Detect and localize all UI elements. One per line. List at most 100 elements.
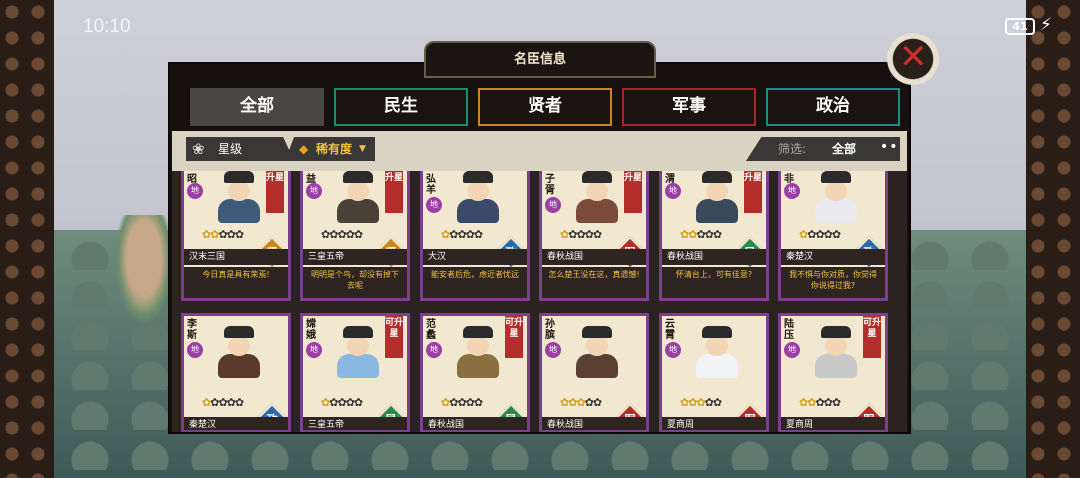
era-label: 春秋战国 [542, 249, 646, 265]
tab-all[interactable]: 全部 [190, 88, 324, 126]
tab-livelihood[interactable]: 民生 [334, 88, 468, 126]
charging-icon: ⚡ [1040, 15, 1052, 35]
minister-card[interactable]: 嫦娥地可升星✿✿✿✿✿民三皇五帝 [300, 313, 410, 432]
screen-filter-label: 筛选: [778, 142, 807, 156]
minister-name: 嫦娥 [306, 319, 316, 341]
star-icon: ✿ [465, 228, 475, 241]
portrait-robe [218, 199, 260, 223]
star-rating: ✿✿✿✿✿ [560, 396, 602, 409]
minister-card[interactable]: 弘羊地✿✿✿✿✿政大汉能安者后危，虑近者忧远 [420, 171, 530, 301]
star-icon: ✿ [337, 228, 346, 241]
portrait-face [467, 336, 489, 356]
star-icon: ✿ [799, 228, 808, 241]
tier-badge: 地 [665, 342, 681, 358]
star-icon: ✿ [712, 228, 722, 241]
minister-card[interactable]: 益地升星✿✿✿✿✿贤三皇五帝明明是个鸟，却没有掉下去呢 [300, 171, 410, 301]
star-icon: ✿ [680, 396, 689, 409]
star-rating: ✿✿✿✿✿ [202, 396, 244, 409]
star-rating: ✿✿✿✿✿ [799, 396, 841, 409]
portrait-hat [343, 326, 373, 338]
portrait-face [825, 181, 847, 201]
screen-filter[interactable]: 筛选: 全部 ••• [746, 137, 900, 161]
portrait-robe [815, 354, 857, 378]
minister-card[interactable]: 云霄地✿✿✿✿✿军夏商周 [659, 313, 769, 432]
battery-icon: 41 [1005, 18, 1035, 35]
minister-name: 陆压 [784, 319, 794, 341]
minister-name: 孙膑 [545, 319, 555, 341]
portrait-face [228, 336, 250, 356]
star-icon: ✿ [465, 396, 475, 409]
star-icon: ✿ [202, 228, 211, 241]
portrait-face [467, 181, 489, 201]
star-icon: ✿ [321, 396, 330, 409]
star-icon: ✿ [576, 396, 585, 409]
tier-badge: 地 [306, 183, 322, 199]
tab-military[interactable]: 军事 [622, 88, 756, 126]
portrait-robe [218, 354, 260, 378]
portrait-hat [463, 171, 493, 183]
close-button[interactable]: ✕ [880, 30, 946, 88]
tab-politics[interactable]: 政治 [766, 88, 900, 126]
minister-card[interactable]: 渭地升星✿✿✿✿✿民春秋战国怀清台上，可有佳意? [659, 171, 769, 301]
portrait-robe [457, 354, 499, 378]
minister-portrait [566, 171, 628, 223]
minister-card[interactable]: 陆压地可升星✿✿✿✿✿军夏商周 [778, 313, 888, 432]
portrait-hat [582, 326, 612, 338]
portrait-face [706, 181, 728, 201]
minister-card[interactable]: 昭地升星✿✿✿✿✿贤汉末三国今日真是具有荣焉! [181, 171, 291, 301]
star-icon: ✿ [704, 396, 714, 409]
star-icon: ✿ [218, 396, 227, 409]
minister-portrait [208, 326, 270, 378]
minister-name: 子胥 [545, 174, 555, 196]
minister-portrait [327, 171, 389, 223]
star-rating: ✿✿✿✿✿ [202, 228, 244, 241]
rarity-sort-dropdown[interactable]: ◆ 稀有度 ▼ [285, 137, 375, 161]
minister-card[interactable]: 范蠡地可升星✿✿✿✿✿民春秋战国 [420, 313, 530, 432]
portrait-hat [343, 171, 373, 183]
star-icon: ✿ [345, 396, 355, 409]
portrait-robe [815, 199, 857, 223]
floating-island-decoration [114, 215, 174, 325]
minister-name: 李斯 [187, 319, 197, 341]
star-level-filter[interactable]: ❀ 星级 [186, 137, 294, 161]
minister-card-grid: 昭地升星✿✿✿✿✿贤汉末三国今日真是具有荣焉!益地升星✿✿✿✿✿贤三皇五帝明明是… [172, 171, 907, 432]
star-icon: ✿ [696, 228, 705, 241]
tab-sage[interactable]: 贤者 [478, 88, 612, 126]
minister-card[interactable]: 子胥地升星✿✿✿✿✿军春秋战国怎么楚王没在这，真遗憾! [539, 171, 649, 301]
star-icon: ✿ [226, 228, 236, 241]
star-icon: ✿ [696, 396, 705, 409]
minister-portrait [686, 171, 748, 223]
star-icon: ✿ [592, 228, 602, 241]
star-icon: ✿ [473, 228, 483, 241]
portrait-face [228, 181, 250, 201]
minister-card[interactable]: 李斯地✿✿✿✿✿政秦楚汉 [181, 313, 291, 432]
tier-badge: 地 [306, 342, 322, 358]
era-label: 秦楚汉 [184, 417, 288, 430]
portrait-face [825, 336, 847, 356]
portrait-face [586, 336, 608, 356]
star-icon: ✿ [202, 396, 211, 409]
portrait-robe [337, 199, 379, 223]
minister-quote: 我不惧与你对质，你觉得你说得过我? [781, 267, 885, 298]
star-icon: ✿ [592, 396, 602, 409]
era-label: 三皇五帝 [303, 417, 407, 430]
star-icon: ✿ [353, 228, 363, 241]
star-icon: ✿ [584, 396, 594, 409]
star-rating: ✿✿✿✿✿ [321, 396, 363, 409]
minister-portrait [447, 326, 509, 378]
star-icon: ✿ [704, 228, 714, 241]
tier-badge: 地 [784, 183, 800, 199]
portrait-hat [821, 326, 851, 338]
star-icon: ✿ [337, 396, 346, 409]
portrait-face [586, 181, 608, 201]
tier-badge: 地 [545, 197, 561, 213]
minister-quote: 明明是个鸟，却没有掉下去呢 [303, 267, 407, 298]
minister-card[interactable]: 非地✿✿✿✿✿政秦楚汉我不惧与你对质，你觉得你说得过我? [778, 171, 888, 301]
star-icon: ✿ [457, 228, 466, 241]
star-icon: ✿ [576, 228, 585, 241]
minister-card[interactable]: 孙膑地✿✿✿✿✿军春秋战国 [539, 313, 649, 432]
minister-name: 范蠡 [426, 319, 436, 341]
star-rating: ✿✿✿✿✿ [441, 228, 483, 241]
star-icon: ✿ [815, 228, 824, 241]
star-icon: ✿ [584, 228, 594, 241]
